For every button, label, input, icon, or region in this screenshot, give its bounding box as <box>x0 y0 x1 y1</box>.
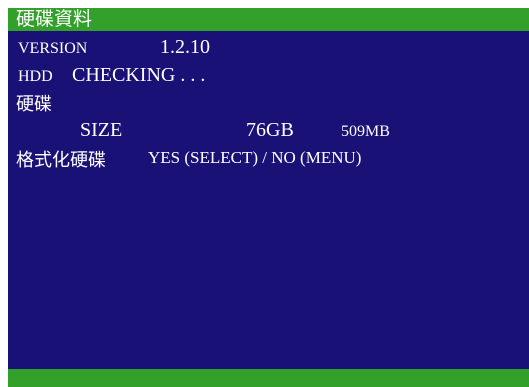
version-value: 1.2.10 <box>160 36 210 58</box>
bottom-bar <box>8 369 529 387</box>
hdd-label: HDD <box>18 68 53 85</box>
page-title: 硬碟資料 <box>16 8 93 30</box>
size-label: SIZE <box>80 119 123 141</box>
size-value-1: 76GB <box>246 119 294 141</box>
format-prompt[interactable]: YES (SELECT) / NO (MENU) <box>148 148 361 168</box>
hdd-status: CHECKING . . . <box>72 64 206 86</box>
title-bar: 硬碟資料 <box>8 8 529 31</box>
osd-screen: 硬碟資料 VERSION 1.2.10 HDD CHECKING . . . 硬… <box>8 8 529 387</box>
size-value-2: 509MB <box>341 123 390 140</box>
format-label: 格式化硬碟 <box>16 150 106 171</box>
version-label: VERSION <box>18 40 88 57</box>
disk-header: 硬碟 <box>16 94 52 115</box>
